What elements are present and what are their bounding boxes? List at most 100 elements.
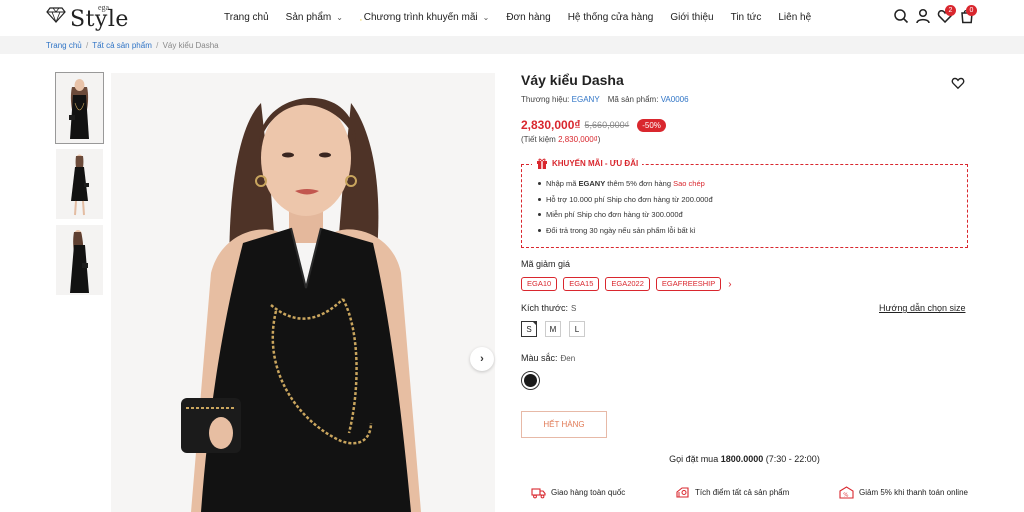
svg-text:%: % <box>843 493 848 499</box>
nav-about[interactable]: Giới thiệu <box>670 12 713 23</box>
selected-size: S <box>570 304 577 313</box>
model-photo <box>56 149 103 219</box>
thumbnail-list <box>55 72 104 301</box>
wishlist-count-badge: 2 <box>945 5 956 16</box>
nav-label: Chương trình khuyến mãi <box>363 12 478 23</box>
truck-icon <box>531 488 546 499</box>
chevron-right-icon[interactable]: › <box>728 279 731 290</box>
search-icon[interactable] <box>893 8 909 24</box>
breadcrumb-separator: / <box>156 41 159 50</box>
nav-label: Giới thiệu <box>670 12 714 23</box>
brand-link[interactable]: EGANY <box>572 95 600 104</box>
feature-label: Tích điểm tất cả sản phẩm <box>695 488 790 497</box>
price-row: 2,830,000₫ 5,660,000₫ -50% <box>521 118 666 132</box>
coupon-chip[interactable]: EGA10 <box>521 277 558 291</box>
hotline-text: Gọi đặt mua 1800.0000 (7:30 - 22:00) <box>521 454 968 464</box>
size-option-l[interactable]: L <box>569 321 585 337</box>
nav-contact[interactable]: Liên hệ <box>778 12 811 23</box>
selected-color: Đen <box>560 354 576 363</box>
feature-label: Giao hàng toàn quốc <box>551 488 626 497</box>
copy-code-link[interactable]: Sao chép <box>673 179 705 188</box>
current-price: 2,830,000₫ <box>521 118 581 132</box>
breadcrumb-all-products[interactable]: Tất cả sản phẩm <box>92 41 152 50</box>
nav-home[interactable]: Trang chủ <box>224 12 269 23</box>
site-header: ega Style Trang chủ Sản phẩm ⌄ ‚ Chương tr… <box>0 0 1024 36</box>
feature-item: Tích điểm tất cả sản phẩm <box>675 486 789 499</box>
chevron-down-icon: ⌄ <box>336 13 343 22</box>
breadcrumb: Trang chủ / Tất cả sản phẩm / Váy kiểu D… <box>46 41 219 50</box>
coupon-chip[interactable]: EGA15 <box>563 277 600 291</box>
sku-value: VA0006 <box>660 95 689 104</box>
list-item: Miễn phí Ship cho đơn hàng từ 300.000đ <box>536 210 713 219</box>
sku-label: Mã sản phẩm: <box>607 95 659 104</box>
discount-icon: % <box>839 486 854 499</box>
nav-products[interactable]: Sản phẩm ⌄ <box>286 12 343 23</box>
color-label: Màu sắc: Đen <box>521 353 575 363</box>
sold-out-button[interactable]: HẾT HÀNG <box>521 411 607 438</box>
nav-orders[interactable]: Đơn hàng <box>506 12 550 23</box>
feature-label: Giảm 5% khi thanh toán online <box>859 488 968 497</box>
next-image-button[interactable]: › <box>470 347 494 371</box>
coupon-chip[interactable]: EGAFREESHIP <box>655 277 722 291</box>
list-item: Nhập mã EGANY thêm 5% đơn hàng Sao chép <box>536 179 713 188</box>
brand-label: Thương hiệu: <box>521 95 570 104</box>
nav-label: Tin tức <box>730 12 762 23</box>
nav-label: Sản phẩm <box>285 12 332 23</box>
coupon-label: Mã giảm giá <box>521 259 571 269</box>
promo-text: thêm 5% đơn hàng <box>607 179 672 188</box>
logo[interactable]: ega Style <box>46 3 128 33</box>
list-item: Đổi trả trong 30 ngày nếu sản phẩm lỗi b… <box>536 226 713 235</box>
savings-suffix: ) <box>597 135 601 144</box>
coupon-list: EGA10 EGA15 EGA2022 EGAFREESHIP › <box>521 277 732 291</box>
size-option-s[interactable]: S <box>521 321 537 337</box>
nav-label: Hệ thống cửa hàng <box>567 12 654 23</box>
size-guide-link[interactable]: Hướng dẫn chọn size <box>879 303 965 313</box>
model-photo <box>56 225 103 295</box>
model-photo <box>56 73 103 143</box>
nav-stores[interactable]: Hệ thống cửa hàng <box>568 12 654 23</box>
heart-icon[interactable] <box>951 76 965 90</box>
model-photo <box>111 73 495 512</box>
main-nav: Trang chủ Sản phẩm ⌄ ‚ Chương trình khuyến… <box>224 12 828 23</box>
breadcrumb-bar: Trang chủ / Tất cả sản phẩm / Váy kiểu D… <box>0 36 1024 54</box>
thumbnail-2[interactable] <box>56 149 103 219</box>
promo-text: Nhập mã <box>546 179 577 188</box>
breadcrumb-current: Váy kiểu Dasha <box>162 41 219 50</box>
breadcrumb-separator: / <box>85 41 89 50</box>
savings-amount: 2,830,000₫ <box>558 135 598 144</box>
breadcrumb-home[interactable]: Trang chủ <box>46 41 82 50</box>
nav-promotions[interactable]: ‚ Chương trình khuyến mãi ⌄ <box>360 12 489 23</box>
feature-item: % Giảm 5% khi thanh toán online <box>839 486 968 499</box>
user-icon[interactable] <box>915 8 931 24</box>
chevron-down-icon: ⌄ <box>482 13 490 22</box>
sparkle-icon: ‚ <box>359 13 362 22</box>
color-label-text: Màu sắc: <box>521 353 558 363</box>
size-label: Kích thước: S <box>521 303 576 313</box>
nav-news[interactable]: Tin tức <box>731 12 762 23</box>
thumbnail-3[interactable] <box>56 225 103 295</box>
hotline-number[interactable]: 1800.0000 <box>721 454 764 464</box>
discount-badge: -50% <box>637 118 666 132</box>
promotion-title: KHUYẾN MÃI - ƯU ĐÃI <box>552 158 639 168</box>
swatch-fill <box>524 374 537 387</box>
gift-icon <box>537 158 547 169</box>
hotline-prefix: Gọi đặt mua <box>669 454 719 464</box>
hotline-hours: (7:30 - 22:00) <box>765 454 820 464</box>
color-swatch-black[interactable] <box>521 371 540 390</box>
points-icon <box>676 487 689 498</box>
product-title: Váy kiểu Dasha <box>521 72 624 88</box>
savings-text: (Tiết kiệm 2,830,000₫) <box>521 135 600 144</box>
nav-label: Đơn hàng <box>506 12 551 23</box>
promotion-heading: KHUYẾN MÃI - ƯU ĐÃI <box>532 157 643 169</box>
coupon-chip[interactable]: EGA2022 <box>605 277 650 291</box>
feature-list: Giao hàng toàn quốc Tích điểm tất cả sản… <box>531 486 968 499</box>
cart-count-badge: 0 <box>966 5 977 16</box>
promotion-list: Nhập mã EGANY thêm 5% đơn hàng Sao chép … <box>536 179 713 241</box>
main-product-image[interactable] <box>111 73 495 512</box>
feature-item: Giao hàng toàn quốc <box>531 486 625 499</box>
list-item: Hỗ trợ 10.000 phí Ship cho đơn hàng từ 2… <box>536 195 713 204</box>
nav-label: Liên hệ <box>778 12 812 23</box>
thumbnail-1[interactable] <box>55 72 104 144</box>
size-option-m[interactable]: M <box>545 321 561 337</box>
product-meta: Thương hiệu: EGANY Mã sản phẩm: VA0006 <box>521 95 689 104</box>
